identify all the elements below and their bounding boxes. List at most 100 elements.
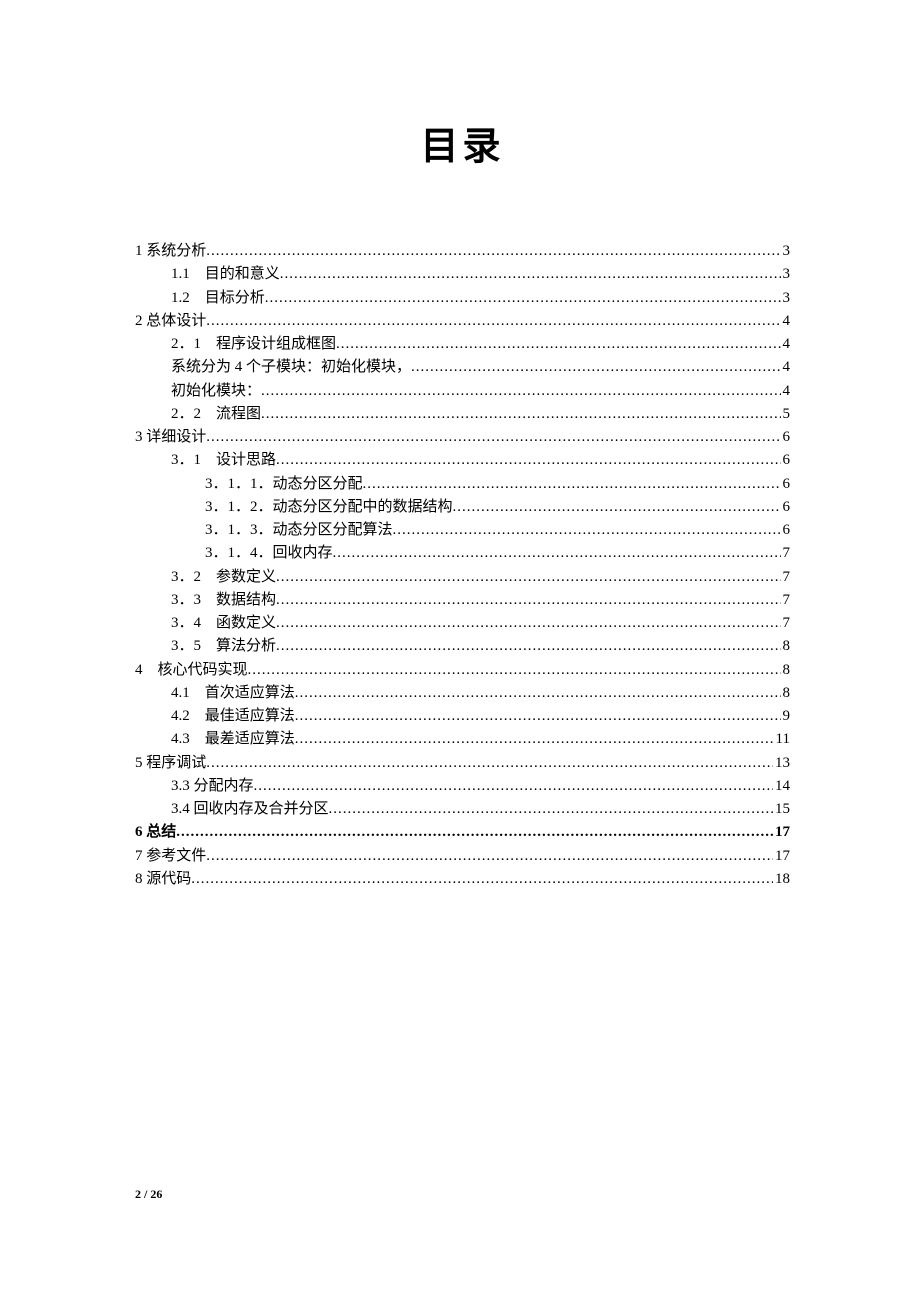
toc-entry[interactable]: 4.3 最差适应算法 11 <box>135 728 790 751</box>
toc-entry-page: 3 <box>781 287 791 310</box>
toc-leader-dots <box>254 775 773 798</box>
toc-entry-page: 6 <box>781 496 791 519</box>
toc-entry-label: 1.1 目的和意义 <box>171 263 280 286</box>
toc-leader-dots <box>206 426 780 449</box>
toc-leader-dots <box>206 752 773 775</box>
toc-entry[interactable]: 3．3 数据结构7 <box>135 589 790 612</box>
toc-entry[interactable]: 4.2 最佳适应算法9 <box>135 705 790 728</box>
toc-leader-dots <box>276 566 780 589</box>
toc-entry[interactable]: 初始化模块： 4 <box>135 380 790 403</box>
toc-entry-page: 4 <box>781 333 791 356</box>
toc-entry-page: 4 <box>781 356 791 379</box>
toc-entry-label: 1.2 目标分析 <box>171 287 265 310</box>
toc-leader-dots <box>363 473 781 496</box>
page-title: 目录 <box>135 115 790 170</box>
toc-leader-dots <box>453 496 781 519</box>
toc-entry[interactable]: 2．2 流程图5 <box>135 403 790 426</box>
toc-entry-label: 初始化模块： <box>171 380 261 403</box>
toc-entry-page: 3 <box>781 240 791 263</box>
toc-entry[interactable]: 1.1 目的和意义 3 <box>135 263 790 286</box>
toc-leader-dots <box>276 449 780 472</box>
toc-entry[interactable]: 3.3 分配内存14 <box>135 775 790 798</box>
toc-leader-dots <box>280 263 781 286</box>
toc-entry[interactable]: 3．2 参数定义7 <box>135 566 790 589</box>
toc-entry[interactable]: 8 源代码 18 <box>135 868 790 891</box>
toc-entry-page: 11 <box>774 728 790 751</box>
toc-entry-label: 3．1．4．回收内存 <box>205 542 333 565</box>
toc-leader-dots <box>191 868 773 891</box>
toc-entry-label: 6 总结 <box>135 821 176 844</box>
toc-entry-page: 8 <box>781 682 791 705</box>
toc-leader-dots <box>295 705 781 728</box>
toc-leader-dots <box>276 612 780 635</box>
toc-entry-label: 2．2 流程图 <box>171 403 261 426</box>
toc-entry[interactable]: 5 程序调试13 <box>135 752 790 775</box>
toc-leader-dots <box>206 845 773 868</box>
toc-entry-label: 3.4 回收内存及合并分区 <box>171 798 329 821</box>
toc-entry-label: 3．1．2．动态分区分配中的数据结构 <box>205 496 453 519</box>
toc-entry-page: 6 <box>781 426 791 449</box>
toc-entry-label: 3．5 算法分析 <box>171 635 276 658</box>
toc-leader-dots <box>411 356 780 379</box>
toc-entry[interactable]: 1 系统分析 3 <box>135 240 790 263</box>
toc-entry-label: 3．1．3．动态分区分配算法 <box>205 519 393 542</box>
toc-entry[interactable]: 2．1 程序设计组成框图 4 <box>135 333 790 356</box>
toc-entry-page: 14 <box>773 775 790 798</box>
toc-entry[interactable]: 4 核心代码实现8 <box>135 659 790 682</box>
toc-entry-label: 4.3 最差适应算法 <box>171 728 295 751</box>
toc-leader-dots <box>206 240 780 263</box>
toc-entry[interactable]: 3．1．1．动态分区分配 6 <box>135 473 790 496</box>
toc-entry-page: 4 <box>781 310 791 333</box>
toc-leader-dots <box>261 403 780 426</box>
toc-entry-label: 4.2 最佳适应算法 <box>171 705 295 728</box>
toc-entry[interactable]: 4.1 首次适应算法 8 <box>135 682 790 705</box>
page-footer: 2 / 26 <box>135 1187 162 1202</box>
toc-leader-dots <box>336 333 780 356</box>
toc-entry[interactable]: 系统分为 4 个子模块：初始化模块， 4 <box>135 356 790 379</box>
table-of-contents: 1 系统分析31.1 目的和意义31.2 目标分析32 总体设计42．1 程序设… <box>135 240 790 891</box>
toc-entry-label: 3 详细设计 <box>135 426 206 449</box>
toc-entry[interactable]: 3．1．4．回收内存 7 <box>135 542 790 565</box>
toc-entry-label: 3．4 函数定义 <box>171 612 276 635</box>
toc-entry[interactable]: 6 总结17 <box>135 821 790 844</box>
toc-entry-page: 3 <box>781 263 791 286</box>
toc-entry-label: 8 源代码 <box>135 868 191 891</box>
toc-entry[interactable]: 3.4 回收内存及合并分区 15 <box>135 798 790 821</box>
toc-leader-dots <box>393 519 781 542</box>
toc-entry[interactable]: 3 详细设计 6 <box>135 426 790 449</box>
toc-entry-label: 4.1 首次适应算法 <box>171 682 295 705</box>
toc-leader-dots <box>206 310 780 333</box>
toc-entry-label: 3．1 设计思路 <box>171 449 276 472</box>
toc-entry-page: 15 <box>773 798 790 821</box>
toc-entry-label: 7 参考文件 <box>135 845 206 868</box>
toc-entry-page: 17 <box>773 845 790 868</box>
toc-entry-page: 6 <box>781 473 791 496</box>
toc-entry-label: 1 系统分析 <box>135 240 206 263</box>
toc-entry-page: 7 <box>781 542 791 565</box>
toc-entry[interactable]: 7 参考文件 17 <box>135 845 790 868</box>
toc-entry[interactable]: 3．1 设计思路 6 <box>135 449 790 472</box>
toc-entry[interactable]: 3．1．3．动态分区分配算法6 <box>135 519 790 542</box>
toc-entry-label: 系统分为 4 个子模块：初始化模块， <box>171 356 411 379</box>
toc-entry-page: 13 <box>773 752 790 775</box>
toc-entry-label: 2．1 程序设计组成框图 <box>171 333 336 356</box>
toc-leader-dots <box>333 542 781 565</box>
toc-leader-dots <box>295 682 781 705</box>
toc-entry-page: 18 <box>773 868 790 891</box>
toc-entry-page: 7 <box>781 612 791 635</box>
toc-leader-dots <box>276 589 780 612</box>
toc-entry[interactable]: 3．4 函数定义 7 <box>135 612 790 635</box>
document-page: 目录 1 系统分析31.1 目的和意义31.2 目标分析32 总体设计42．1 … <box>0 0 920 1302</box>
toc-entry-label: 2 总体设计 <box>135 310 206 333</box>
toc-entry-page: 4 <box>781 380 791 403</box>
toc-entry-page: 6 <box>781 449 791 472</box>
toc-entry[interactable]: 3．1．2．动态分区分配中的数据结构 6 <box>135 496 790 519</box>
toc-leader-dots <box>276 635 780 658</box>
toc-entry[interactable]: 1.2 目标分析 3 <box>135 287 790 310</box>
toc-entry[interactable]: 2 总体设计 4 <box>135 310 790 333</box>
toc-entry-page: 7 <box>781 566 791 589</box>
toc-entry-page: 8 <box>781 659 791 682</box>
toc-entry[interactable]: 3．5 算法分析8 <box>135 635 790 658</box>
toc-leader-dots <box>261 380 780 403</box>
toc-entry-label: 3．1．1．动态分区分配 <box>205 473 363 496</box>
